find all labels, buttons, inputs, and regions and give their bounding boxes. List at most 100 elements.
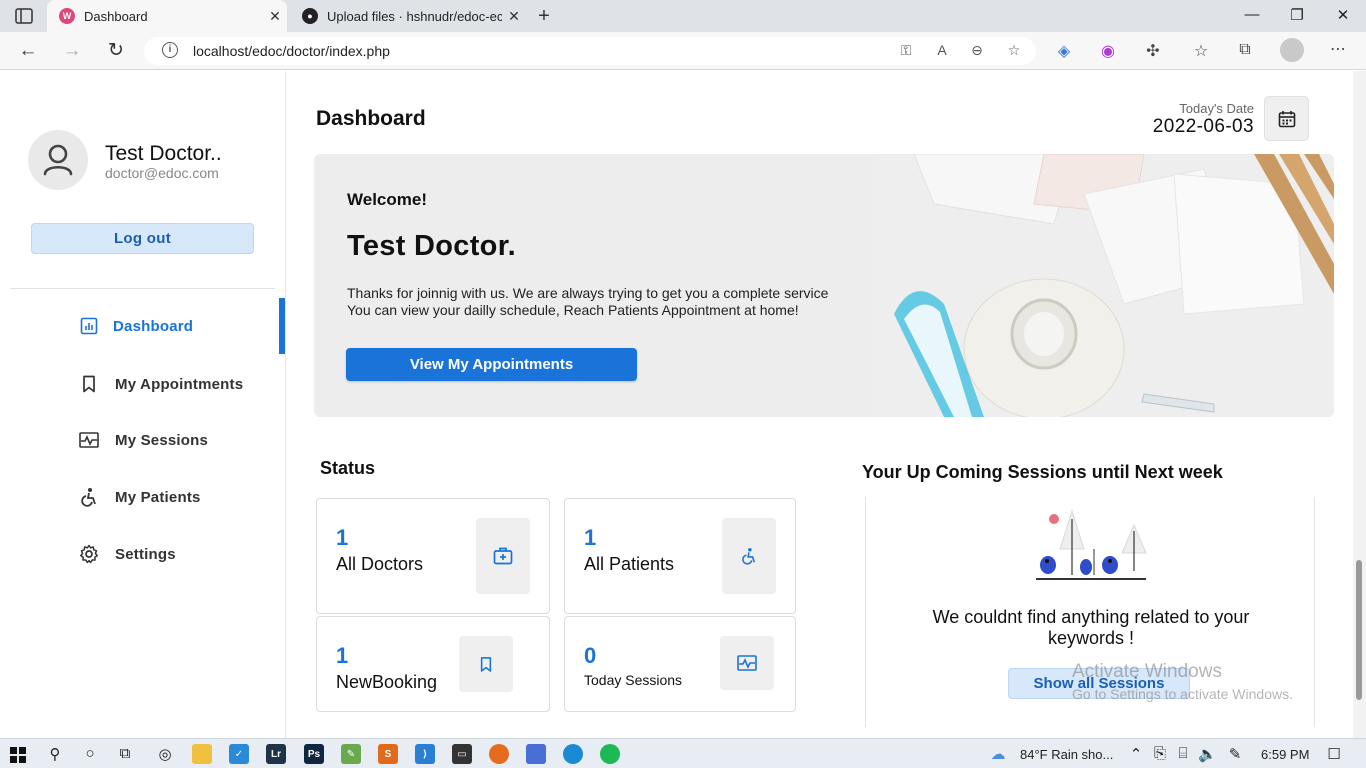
site-favicon-icon: W <box>59 8 75 24</box>
windows-start-icon[interactable] <box>10 747 26 763</box>
favorite-add-icon[interactable]: ☆ <box>1004 42 1024 59</box>
activate-windows-hint: Go to Settings to activate Windows. <box>1072 686 1293 702</box>
favorites-icon[interactable]: ☆ <box>1190 41 1212 61</box>
browser-address-bar: ← → ↻ i localhost/edoc/doctor/index.php … <box>0 32 1366 70</box>
dashboard-icon <box>78 315 100 337</box>
scrollbar-thumb[interactable] <box>1356 560 1362 700</box>
search-icon[interactable]: ⚲ <box>46 745 64 763</box>
browser-tab-upload[interactable]: ● Upload files · hshnudr/edoc-echa ✕ <box>290 0 526 32</box>
stat-card-new-booking[interactable]: 1 NewBooking <box>316 616 550 712</box>
profile-email: doctor@edoc.com <box>105 165 219 181</box>
status-title: Status <box>320 458 376 478</box>
notifications-icon[interactable]: ☐ <box>1325 745 1343 763</box>
stat-card-all-doctors[interactable]: 1 All Doctors <box>316 498 550 614</box>
chevron-up-icon[interactable]: ⌃ <box>1127 745 1145 763</box>
welcome-line-2: You can view your dailly schedule, Reach… <box>347 302 799 318</box>
accessibility-icon <box>78 486 100 508</box>
more-options-icon[interactable]: ⋯ <box>1327 39 1349 59</box>
url-text[interactable]: localhost/edoc/doctor/index.php <box>193 43 390 59</box>
stat-card-today-sessions[interactable]: 0 Today Sessions <box>564 616 796 712</box>
clock[interactable]: 6:59 PM <box>1261 747 1309 762</box>
close-tab-icon[interactable]: ✕ <box>263 8 287 25</box>
sidebar-item-my-patients[interactable]: My Patients <box>0 469 285 525</box>
profile-avatar-icon[interactable] <box>1280 38 1304 62</box>
restore-icon[interactable]: ❐ <box>1287 6 1307 24</box>
sidebar-item-dashboard[interactable]: Dashboard <box>0 298 285 354</box>
sidebar-item-label: Settings <box>115 545 176 563</box>
tab-actions-icon[interactable] <box>14 7 34 25</box>
zoom-icon[interactable]: ⊖ <box>967 42 987 59</box>
profile-name: Test Doctor.. <box>105 142 222 165</box>
extension-icon[interactable]: ◈ <box>1053 41 1075 61</box>
back-icon[interactable]: ← <box>16 40 40 62</box>
sidebar-item-label: My Patients <box>115 488 201 506</box>
forward-icon[interactable]: → <box>60 40 84 62</box>
active-indicator <box>279 298 285 354</box>
vscode-icon[interactable]: ⟩ <box>415 744 435 764</box>
broadcast-icon[interactable]: ◉ <box>1097 41 1119 61</box>
medical-supplies-image <box>874 154 1334 417</box>
bookmark-icon <box>459 636 513 692</box>
info-icon[interactable]: i <box>162 42 178 58</box>
task-view-icon[interactable]: ⧉ <box>116 745 134 762</box>
welcome-greeting: Welcome! <box>347 190 427 209</box>
stat-value: 1 <box>584 525 597 550</box>
app-icon[interactable]: ✓ <box>229 744 249 764</box>
stat-label: All Patients <box>584 554 675 574</box>
firefox-icon[interactable] <box>489 744 509 764</box>
empty-message: We couldnt find anything related to your… <box>846 607 1336 649</box>
sessions-icon <box>78 429 100 451</box>
sidebar-item-label: My Appointments <box>115 375 244 393</box>
media-icon[interactable]: ◎ <box>156 745 174 763</box>
new-tab-icon[interactable]: + <box>534 5 554 28</box>
volume-icon[interactable]: 🔈 <box>1198 745 1217 763</box>
sidebar-item-label: My Sessions <box>115 431 209 449</box>
app-icon[interactable] <box>526 744 546 764</box>
spotify-icon[interactable] <box>600 744 620 764</box>
welcome-line-1: Thanks for joinnig with us. We are alway… <box>347 285 829 301</box>
extensions-icon[interactable]: ✣ <box>1142 41 1164 61</box>
refresh-icon[interactable]: ↻ <box>104 40 128 62</box>
weather-text[interactable]: 84°F Rain sho... <box>1020 747 1113 762</box>
sidebar: Test Doctor.. doctor@edoc.com Log out Da… <box>0 71 286 738</box>
read-aloud-icon[interactable]: A <box>932 42 952 58</box>
sidebar-item-settings[interactable]: Settings <box>0 526 285 582</box>
notepad-icon[interactable]: ✎ <box>341 744 361 764</box>
terminal-icon[interactable]: ▭ <box>452 744 472 764</box>
stat-value: 0 <box>584 643 597 668</box>
view-appointments-button[interactable]: View My Appointments <box>346 348 637 381</box>
stat-label: NewBooking <box>336 672 438 692</box>
date-label: Today's Date <box>1179 101 1254 116</box>
sidebar-item-my-appointments[interactable]: My Appointments <box>0 356 285 412</box>
stat-label: All Doctors <box>336 554 424 574</box>
sidebar-item-my-sessions[interactable]: My Sessions <box>0 412 285 468</box>
cortana-icon[interactable]: ○ <box>81 745 99 762</box>
page-title: Dashboard <box>316 107 426 130</box>
stat-value: 1 <box>336 643 349 668</box>
browser-tab-bar: W Dashboard ✕ ● Upload files · hshnudr/e… <box>0 0 1366 32</box>
stat-card-all-patients[interactable]: 1 All Patients <box>564 498 796 614</box>
lightroom-icon[interactable]: Lr <box>266 744 286 764</box>
sidebar-item-label: Dashboard <box>113 317 194 335</box>
calendar-button[interactable] <box>1264 96 1309 141</box>
logout-button[interactable]: Log out <box>31 223 254 254</box>
tab-title: Dashboard <box>84 8 148 24</box>
edge-icon[interactable] <box>563 744 583 764</box>
collections-icon[interactable]: ⧉ <box>1234 41 1256 59</box>
sublime-icon[interactable]: S <box>378 744 398 764</box>
stat-value: 1 <box>336 525 349 550</box>
tray-icon[interactable]: ⎘ <box>1151 745 1169 762</box>
key-icon[interactable]: ⚿ <box>896 42 916 59</box>
network-icon[interactable]: ⌸ <box>1174 745 1192 762</box>
gear-icon <box>78 543 100 565</box>
url-field[interactable]: i localhost/edoc/doctor/index.php ⚿ A ⊖ … <box>144 37 1036 65</box>
close-tab-icon[interactable]: ✕ <box>502 8 526 25</box>
pen-icon[interactable]: ✎ <box>1226 745 1244 763</box>
minimize-icon[interactable]: — <box>1242 6 1262 23</box>
github-favicon-icon: ● <box>302 8 318 24</box>
photoshop-icon[interactable]: Ps <box>304 744 324 764</box>
activate-windows-watermark: Activate Windows <box>1072 661 1222 682</box>
file-explorer-icon[interactable] <box>192 744 212 764</box>
close-window-icon[interactable]: ✕ <box>1333 6 1353 24</box>
browser-tab-dashboard[interactable]: W Dashboard ✕ <box>47 0 287 32</box>
